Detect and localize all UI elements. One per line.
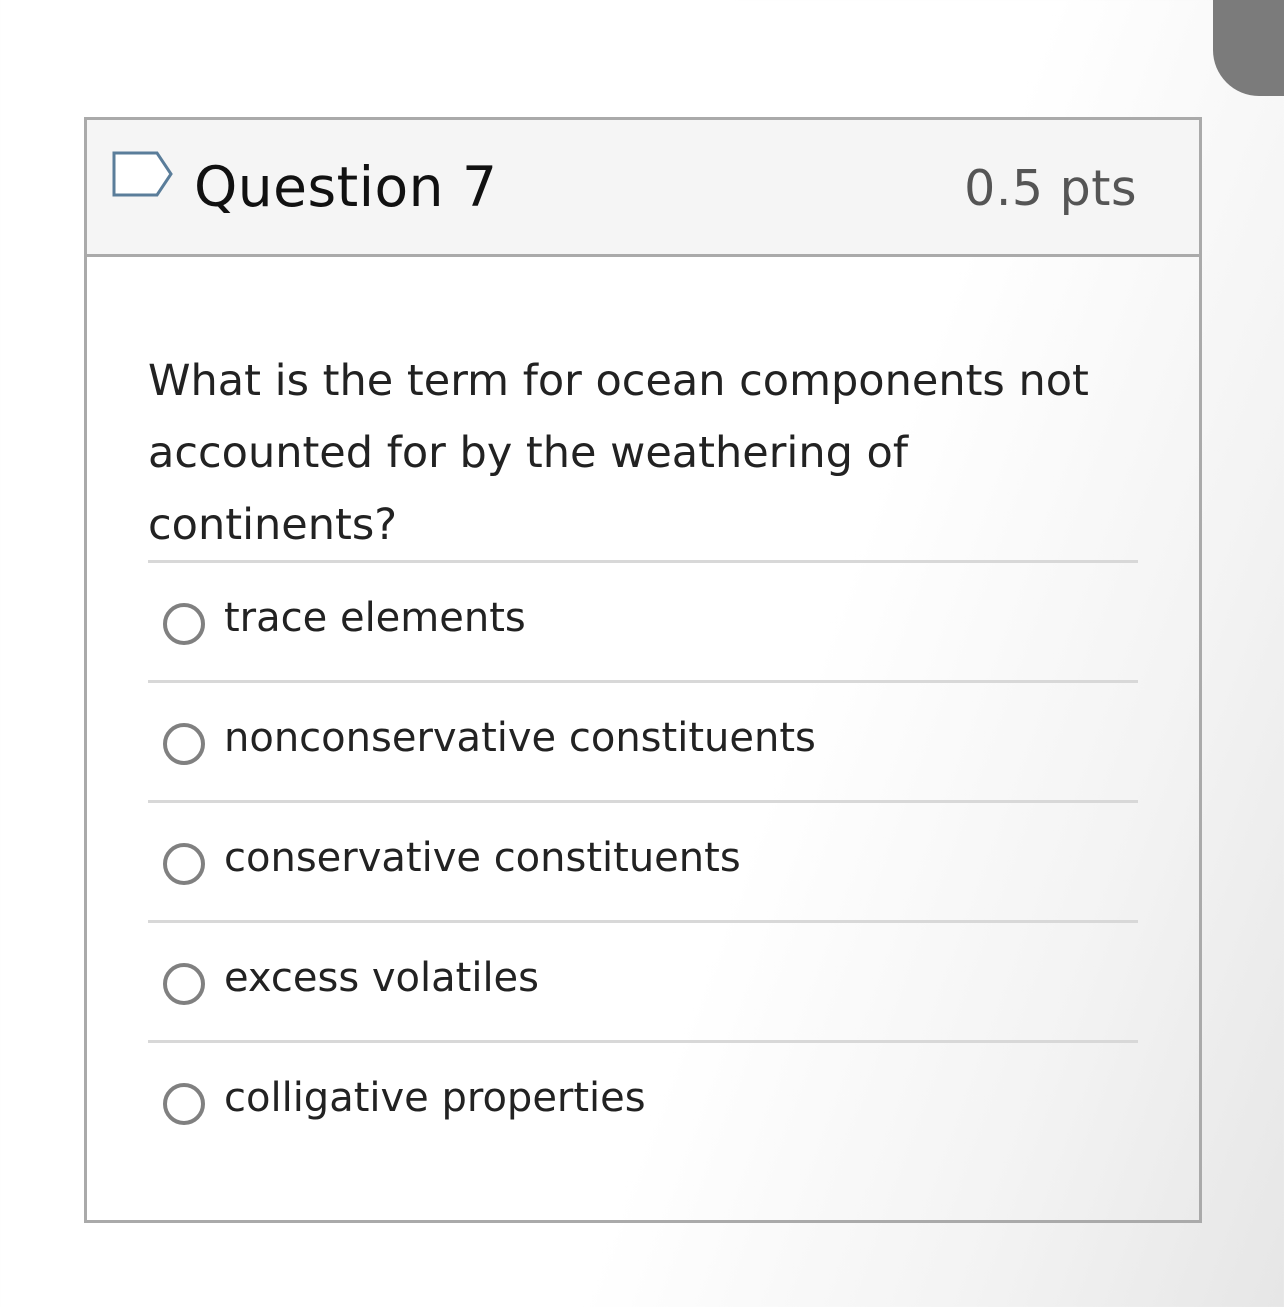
radio-button[interactable] [163, 1083, 205, 1125]
flag-icon[interactable] [111, 150, 175, 202]
answer-option[interactable]: colligative properties [148, 1040, 1138, 1160]
answer-label[interactable]: colligative properties [224, 1071, 646, 1125]
question-card: Question 7 0.5 pts What is the term for … [84, 117, 1202, 1223]
answer-label[interactable]: nonconservative constituents [224, 711, 816, 765]
corner-tab [1213, 0, 1284, 96]
question-text: What is the term for ocean components no… [148, 356, 1089, 550]
answer-label[interactable]: conservative constituents [224, 831, 741, 885]
answer-option[interactable]: conservative constituents [148, 800, 1138, 920]
answer-option[interactable]: nonconservative constituents [148, 680, 1138, 800]
question-points: 0.5 pts [964, 160, 1137, 217]
answer-label[interactable]: excess volatiles [224, 951, 539, 1005]
question-title: Question 7 [194, 155, 498, 219]
answer-list: trace elements nonconservative constitue… [148, 560, 1138, 1160]
radio-button[interactable] [163, 603, 205, 645]
answer-option[interactable]: trace elements [148, 560, 1138, 680]
answer-option[interactable]: excess volatiles [148, 920, 1138, 1040]
radio-button[interactable] [163, 963, 205, 1005]
radio-button[interactable] [163, 843, 205, 885]
radio-button[interactable] [163, 723, 205, 765]
question-header: Question 7 0.5 pts [87, 120, 1199, 257]
answer-label[interactable]: trace elements [224, 591, 526, 645]
